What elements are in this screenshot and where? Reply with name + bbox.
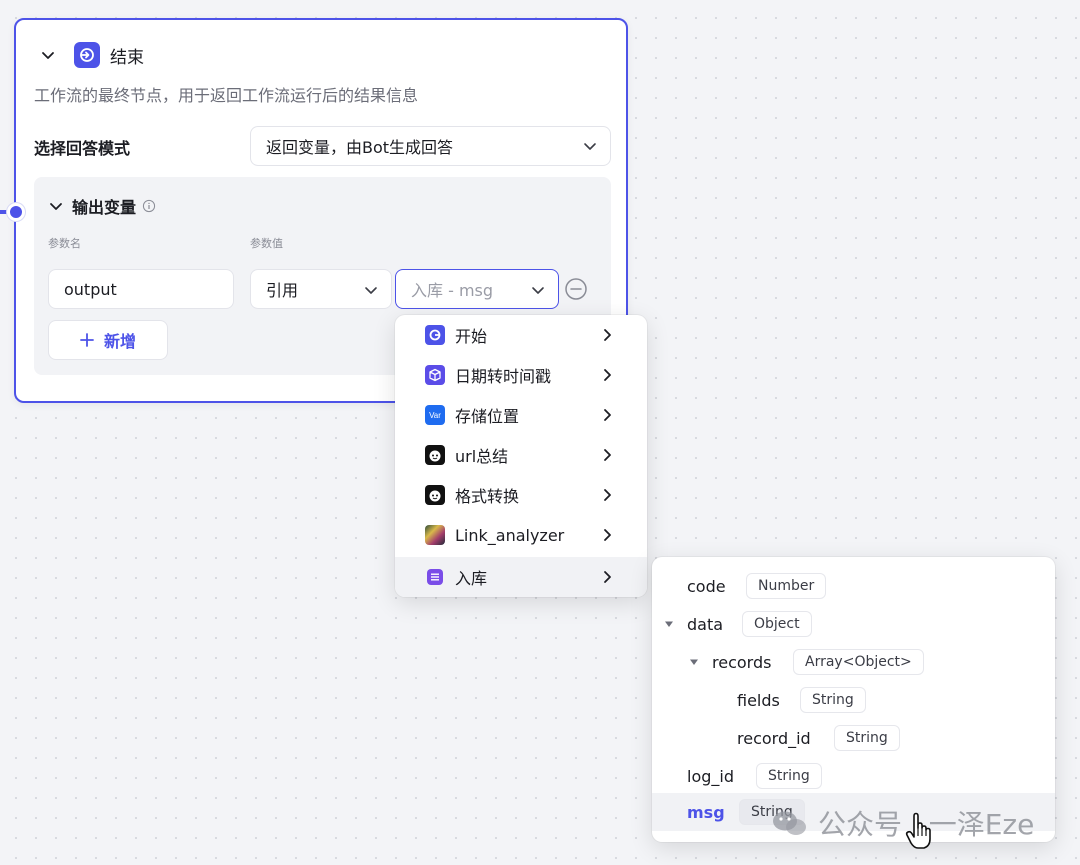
answer-mode-select[interactable]: 返回变量，由Bot生成回答 [250,126,611,166]
variable-name: fields [737,690,780,710]
menu-item-date-to-timestamp[interactable]: 日期转时间戳 [395,355,647,395]
start-icon [425,325,445,345]
menu-item-format-convert[interactable]: 格式转换 [395,475,647,515]
type-badge: String [756,763,822,789]
variable-name: data [687,614,724,634]
param-reference-value: 入库 - msg [411,281,494,300]
menu-item-label: 入库 [455,569,488,588]
watermark: 公众号 · 一泽Eze [770,803,1034,843]
cube-icon [425,365,445,385]
tree-row-log-id[interactable]: log_id String [652,757,1055,795]
collapse-chevron-icon[interactable] [40,47,56,63]
menu-item-link-analyzer[interactable]: Link_analyzer [395,515,647,555]
menu-item-database[interactable]: 入库 [395,557,647,597]
type-badge: Number [746,573,827,599]
param-reference-select[interactable]: 入库 - msg [395,269,559,309]
hand-pointer-cursor-icon [905,812,931,849]
chevron-right-icon [604,529,611,541]
wechat-icon [773,811,806,835]
chevron-down-icon [365,287,377,294]
type-badge: String [800,687,866,713]
chevron-right-icon [604,489,611,501]
database-icon [427,569,443,585]
chevron-right-icon [604,409,611,421]
variable-name: log_id [687,766,734,786]
output-variables-header[interactable]: 输出变量 [48,194,156,218]
answer-mode-label: 选择回答模式 [34,139,131,158]
chevron-right-icon [604,329,611,341]
chevron-right-icon [604,571,611,583]
tree-row-fields[interactable]: fields String [652,681,1055,719]
type-badge: Object [742,611,812,637]
tree-row-records[interactable]: records Array<Object> [652,643,1055,681]
tree-row-data[interactable]: data Object [652,605,1055,643]
remove-row-icon[interactable] [564,277,588,301]
menu-item-label: 开始 [455,327,488,346]
add-output-label: 新增 [103,332,136,351]
bot-avatar-icon [425,445,445,465]
collapse-chevron-icon[interactable] [48,198,64,214]
variable-name: code [687,576,726,596]
plus-icon [80,333,94,347]
chevron-down-icon [584,143,596,150]
var-icon: Var [425,405,445,425]
image-avatar-icon [425,525,445,545]
menu-item-start[interactable]: 开始 [395,315,647,355]
node-header: 结束 [40,42,144,68]
answer-mode-value: 返回变量，由Bot生成回答 [266,138,454,157]
chevron-right-icon [604,369,611,381]
variable-name: record_id [737,728,811,748]
variable-tree-panel: code Number data Object records Array<Ob… [652,557,1055,842]
input-port[interactable] [7,203,25,221]
param-type-value: 引用 [266,281,299,300]
end-node-icon [74,42,100,68]
info-icon[interactable] [142,199,156,213]
param-name-label: 参数名 [48,237,81,250]
menu-item-label: 日期转时间戳 [455,367,552,386]
add-output-button[interactable]: 新增 [48,320,168,360]
node-description: 工作流的最终节点，用于返回工作流运行后的结果信息 [34,86,419,105]
tree-row-code[interactable]: code Number [652,567,1055,605]
type-badge: Array<Object> [793,649,924,675]
menu-item-label: Link_analyzer [455,525,565,545]
param-name-input[interactable]: output [48,269,234,309]
chevron-down-icon [532,287,544,294]
menu-item-label: 格式转换 [455,487,520,506]
expand-triangle-icon[interactable] [688,656,700,668]
node-select-menu: 开始 日期转时间戳 Var 存储位置 url总结 格式转换 Link_analy… [395,315,647,597]
param-value-label: 参数值 [250,237,283,250]
expand-triangle-icon[interactable] [663,618,675,630]
param-name-value: output [64,279,117,299]
output-variables-title: 输出变量 [72,198,137,217]
menu-item-label: url总结 [455,447,509,466]
menu-item-url-summary[interactable]: url总结 [395,435,647,475]
menu-item-label: 存储位置 [455,407,520,426]
type-badge: String [834,725,900,751]
menu-item-storage-location[interactable]: Var 存储位置 [395,395,647,435]
bot-avatar-icon [425,485,445,505]
tree-row-record-id[interactable]: record_id String [652,719,1055,757]
node-title: 结束 [110,47,144,68]
param-type-select[interactable]: 引用 [250,269,392,309]
variable-name: msg [687,802,725,822]
chevron-right-icon [604,449,611,461]
variable-name: records [712,652,772,672]
